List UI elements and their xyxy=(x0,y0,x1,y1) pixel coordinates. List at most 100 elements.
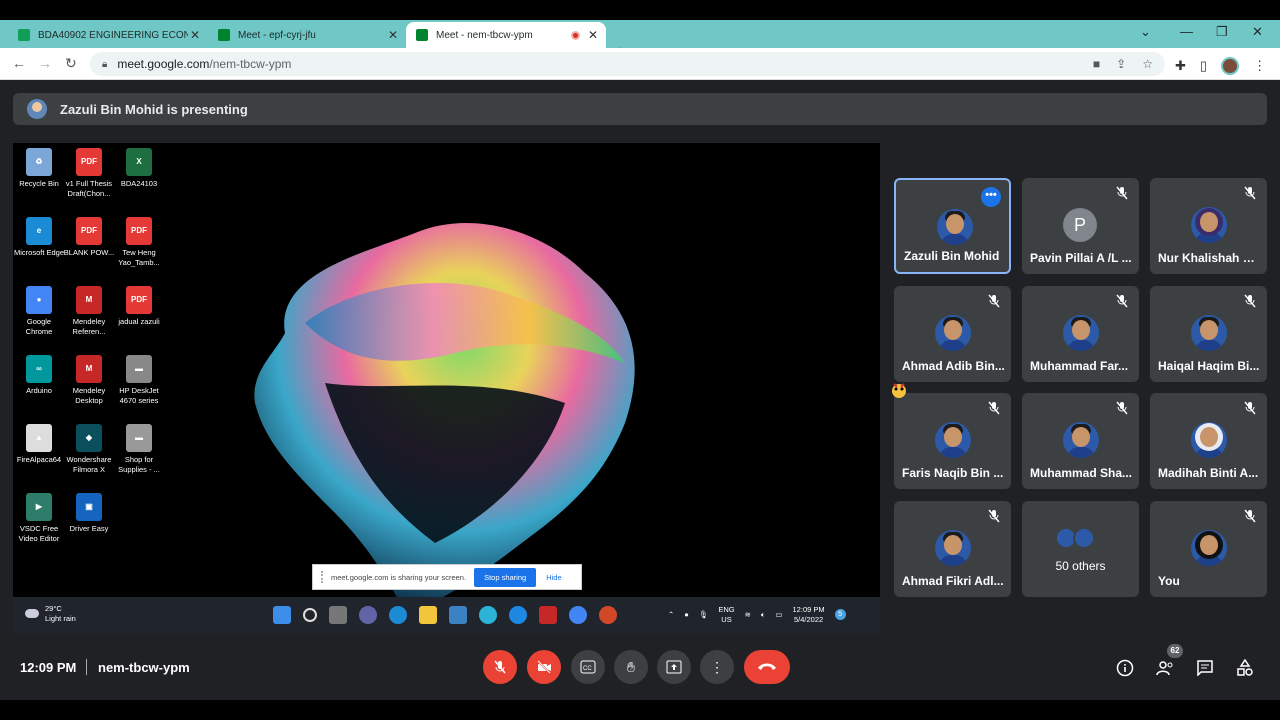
store-icon[interactable] xyxy=(449,606,467,624)
participant-tile[interactable]: Muhammad Sha... xyxy=(1022,393,1139,489)
participant-tile[interactable]: Haiqal Haqim Bi... xyxy=(1150,286,1267,382)
mendeley-icon: M xyxy=(76,286,102,314)
desktop-icon[interactable]: ▲ FireAlpaca64 xyxy=(13,424,65,465)
participant-name: Pavin Pillai A /L ... xyxy=(1030,251,1132,265)
more-options-button[interactable]: ⋮ xyxy=(700,650,734,684)
activities-button[interactable] xyxy=(1234,657,1256,679)
captions-button[interactable]: CC xyxy=(571,650,605,684)
desktop-icon[interactable]: ▣ Driver Easy xyxy=(63,493,115,534)
chrome-taskbar-icon[interactable] xyxy=(569,606,587,624)
mic-muted-icon xyxy=(1116,294,1128,308)
edge-taskbar-icon[interactable] xyxy=(389,606,407,624)
teams-chat-icon[interactable] xyxy=(359,606,377,624)
language-indicator[interactable]: ENG US xyxy=(718,605,734,625)
others-avatars xyxy=(1055,527,1095,549)
side-panel-icon[interactable]: ▯ xyxy=(1200,58,1207,74)
close-tab-icon[interactable]: ✕ xyxy=(388,28,398,42)
drag-handle-icon[interactable] xyxy=(321,571,323,583)
colorful-app-icon[interactable] xyxy=(479,606,497,624)
avatar xyxy=(935,530,971,566)
start-icon[interactable] xyxy=(273,606,291,624)
desktop-icon[interactable]: PDF Tew Heng Yao_Tamb... xyxy=(113,217,165,268)
mic-off-button[interactable] xyxy=(483,650,517,684)
tab-meet-epf[interactable]: Meet - epf-cyrj-jfu ✕ xyxy=(208,22,406,48)
share-page-icon[interactable]: ⇪ xyxy=(1116,57,1126,71)
desktop-icon[interactable]: ▬ HP DeskJet 4670 series xyxy=(113,355,165,406)
close-tab-icon[interactable]: ✕ xyxy=(190,28,200,42)
task-view-icon[interactable] xyxy=(329,606,347,624)
powerpoint-icon[interactable] xyxy=(599,606,617,624)
desktop-icon[interactable]: ♻ Recycle Bin xyxy=(13,148,65,189)
back-icon[interactable]: ← xyxy=(12,55,26,71)
taskbar-clock[interactable]: 12:09 PM 5/4/2022 xyxy=(793,605,825,625)
raise-hand-button[interactable]: ✋︎ xyxy=(614,650,648,684)
desktop-icon[interactable]: ▬ Shop for Supplies - ... xyxy=(113,424,165,475)
desktop-icon[interactable]: X BDA24103 xyxy=(113,148,165,189)
cloud-rain-icon xyxy=(25,609,39,619)
tab-engineering-econ[interactable]: BDA40902 ENGINEERING ECONO ✕ xyxy=(8,22,208,48)
stop-sharing-button[interactable]: Stop sharing xyxy=(474,567,537,587)
avatar xyxy=(935,422,971,458)
tab-search-icon[interactable]: ⌄ xyxy=(1140,24,1151,40)
participant-tile[interactable]: P Pavin Pillai A /L ... xyxy=(1022,178,1139,274)
avatar xyxy=(1063,315,1099,351)
captions-icon: CC xyxy=(580,660,596,674)
edge-beta-icon[interactable] xyxy=(509,606,527,624)
close-window-icon[interactable]: ✕ xyxy=(1252,24,1263,40)
participant-tile[interactable]: Madihah Binti A... xyxy=(1150,393,1267,489)
browser-menu-icon[interactable]: ⋮ xyxy=(1253,58,1266,74)
desktop-icon[interactable]: ∞ Arduino xyxy=(13,355,65,396)
tray-app-icon[interactable]: ● xyxy=(684,610,689,619)
camera-off-button[interactable] xyxy=(527,650,561,684)
volume-icon[interactable]: 🔈︎ xyxy=(761,610,766,620)
desktop-icon[interactable]: PDF BLANK POW... xyxy=(63,217,115,258)
activities-shapes-icon xyxy=(1237,659,1253,676)
participant-tile[interactable]: Ahmad Fikri Adl... xyxy=(894,501,1011,597)
present-icon xyxy=(666,660,682,674)
leave-call-button[interactable] xyxy=(744,650,790,684)
present-now-button[interactable] xyxy=(657,650,691,684)
participant-tile[interactable]: 50 others xyxy=(1022,501,1139,597)
participant-tile[interactable]: Faris Naqib Bin ... xyxy=(894,393,1011,489)
notification-badge[interactable]: 5 xyxy=(834,609,846,621)
chat-button[interactable] xyxy=(1194,657,1216,679)
desktop-icon[interactable]: ● Google Chrome xyxy=(13,286,65,337)
desktop-icon[interactable]: M Mendeley Desktop xyxy=(63,355,115,406)
participant-tile[interactable]: Nur Khalishah B... xyxy=(1150,178,1267,274)
desktop-icon[interactable]: PDF jadual zazuli xyxy=(113,286,165,327)
participant-tile[interactable]: ••• Zazuli Bin Mohid xyxy=(894,178,1011,274)
desktop-icon[interactable]: M Mendeley Referen... xyxy=(63,286,115,337)
bookmark-star-icon[interactable]: ☆ xyxy=(1142,57,1153,71)
tile-more-options-icon[interactable]: ••• xyxy=(981,187,1001,207)
battery-icon[interactable]: ▭ xyxy=(775,610,782,619)
desktop-icon[interactable]: e Microsoft Edge xyxy=(13,217,65,258)
reload-icon[interactable]: ↻ xyxy=(65,55,77,72)
meeting-details-button[interactable] xyxy=(1114,657,1136,679)
mcafee-icon[interactable] xyxy=(539,606,557,624)
minimize-icon[interactable]: — xyxy=(1180,24,1193,39)
people-button[interactable] xyxy=(1154,657,1176,679)
desktop-icon[interactable]: ◆ Wondershare Filmora X xyxy=(63,424,115,475)
forward-icon[interactable]: → xyxy=(38,55,52,71)
tray-chevron-icon[interactable]: ⌃ xyxy=(668,610,674,619)
weather-widget[interactable]: 29°C Light rain xyxy=(25,604,76,624)
participant-tile[interactable]: Muhammad Far... xyxy=(1022,286,1139,382)
tab-meet-nem[interactable]: Meet - nem-tbcw-ypm ✕ xyxy=(406,22,606,48)
desktop-icon[interactable]: PDF v1 Full Thesis Draft(Chon... xyxy=(63,148,115,199)
restore-icon[interactable]: ❐ xyxy=(1216,24,1228,40)
search-icon[interactable] xyxy=(303,608,317,622)
camera-in-use-icon[interactable]: ■ xyxy=(1093,57,1100,71)
url-bar[interactable]: 🔒︎ meet.google.com/nem-tbcw-ypm ■ ⇪ ☆ xyxy=(90,52,1165,76)
wifi-icon[interactable]: ≋ xyxy=(745,610,751,619)
hide-button[interactable]: Hide xyxy=(546,573,561,582)
participant-name: Muhammad Far... xyxy=(1030,359,1129,373)
profile-avatar[interactable] xyxy=(1221,57,1240,75)
participant-tile[interactable]: Ahmad Adib Bin... xyxy=(894,286,1011,382)
close-tab-icon[interactable]: ✕ xyxy=(588,28,598,42)
participant-tile[interactable]: You xyxy=(1150,501,1267,597)
desktop-icon[interactable]: ▶ VSDC Free Video Editor xyxy=(13,493,65,544)
file-explorer-icon[interactable] xyxy=(419,606,437,624)
tray-mic-icon[interactable]: 🎙︎ xyxy=(699,610,709,619)
extensions-puzzle-icon[interactable]: ✚ xyxy=(1175,58,1186,74)
desktop-icon-label: Driver Easy xyxy=(69,524,109,533)
